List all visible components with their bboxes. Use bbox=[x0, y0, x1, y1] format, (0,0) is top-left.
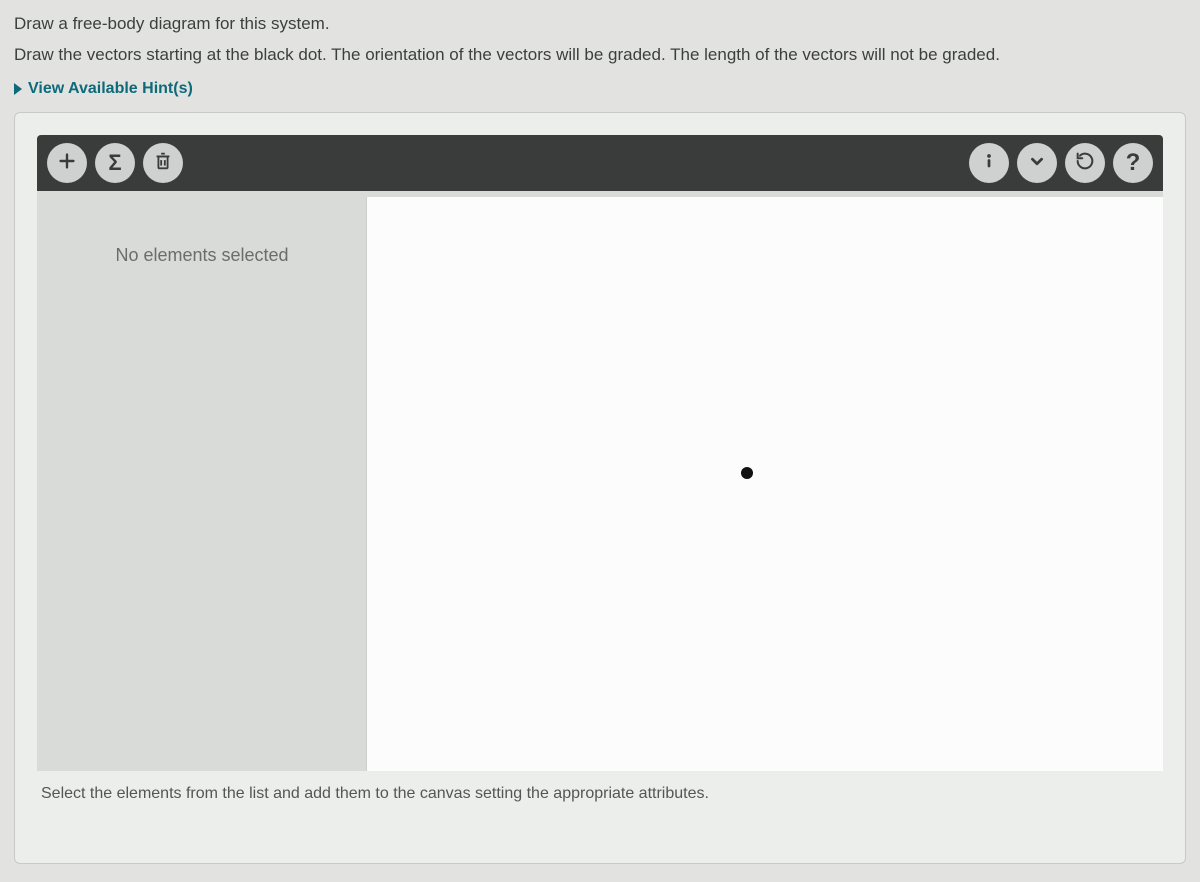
trash-icon bbox=[152, 150, 174, 177]
view-hints-label: View Available Hint(s) bbox=[28, 80, 193, 98]
instruction-line-1: Draw a free-body diagram for this system… bbox=[14, 10, 1186, 37]
toolbar-left-group: Σ bbox=[47, 143, 183, 183]
chevron-down-icon bbox=[1026, 150, 1048, 177]
delete-button[interactable] bbox=[143, 143, 183, 183]
drawing-canvas[interactable] bbox=[367, 197, 1163, 771]
selection-panel: No elements selected bbox=[37, 191, 367, 771]
chevron-right-icon bbox=[14, 83, 22, 95]
sigma-icon: Σ bbox=[108, 150, 121, 176]
vector-applet-frame: Σ bbox=[14, 112, 1186, 864]
reset-button[interactable] bbox=[1065, 143, 1105, 183]
info-button[interactable] bbox=[969, 143, 1009, 183]
add-vector-button[interactable] bbox=[47, 143, 87, 183]
help-icon: ? bbox=[1126, 149, 1141, 177]
applet-toolbar: Σ bbox=[37, 135, 1163, 191]
sum-vectors-button[interactable]: Σ bbox=[95, 143, 135, 183]
dropdown-button[interactable] bbox=[1017, 143, 1057, 183]
selection-status-text: No elements selected bbox=[37, 245, 367, 266]
workspace: No elements selected bbox=[37, 191, 1163, 771]
view-hints-toggle[interactable]: View Available Hint(s) bbox=[14, 80, 193, 98]
help-button[interactable]: ? bbox=[1113, 143, 1153, 183]
instruction-line-2: Draw the vectors starting at the black d… bbox=[14, 41, 1186, 68]
toolbar-right-group: ? bbox=[969, 143, 1153, 183]
origin-dot[interactable] bbox=[741, 467, 753, 479]
info-icon bbox=[978, 150, 1000, 177]
footer-hint: Select the elements from the list and ad… bbox=[37, 771, 1163, 811]
plus-icon bbox=[56, 150, 78, 177]
reset-icon bbox=[1074, 150, 1096, 177]
